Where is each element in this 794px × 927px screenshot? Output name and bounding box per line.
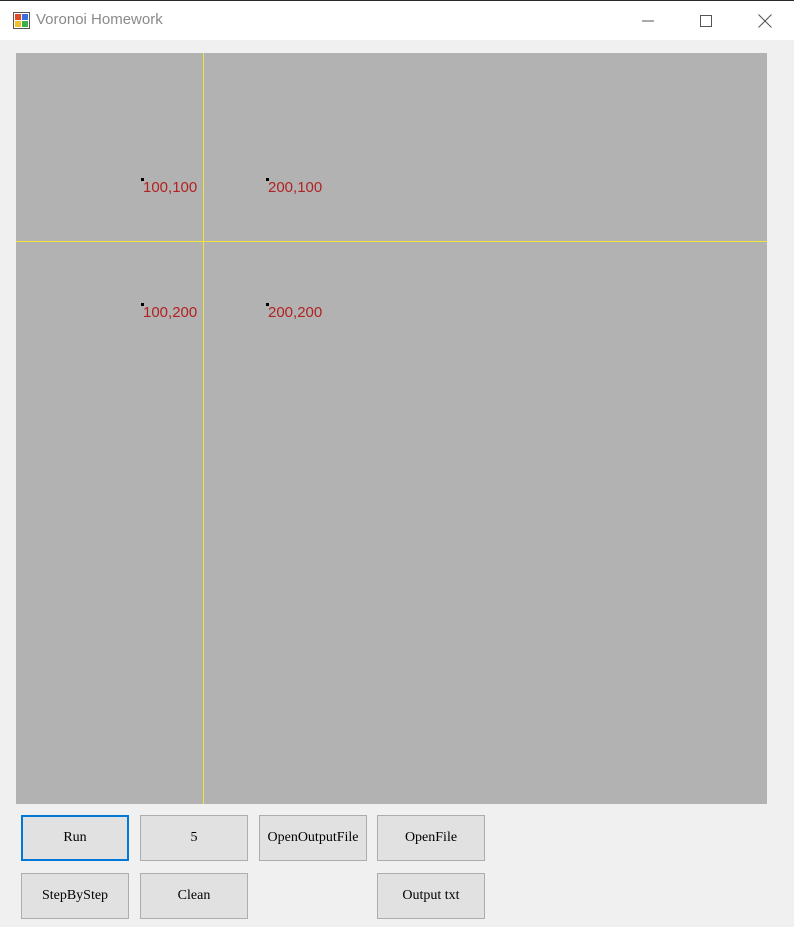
site-point-label: 100,100 [143,179,198,196]
minimize-icon [642,20,654,22]
output-txt-button[interactable]: Output txt [377,873,485,919]
site-point-label: 200,200 [268,304,323,321]
minimize-button[interactable] [619,1,677,41]
open-output-file-button[interactable]: OpenOutputFile [259,815,367,861]
run-button[interactable]: Run [21,815,129,861]
step-count-button[interactable]: 5 [140,815,248,861]
close-icon [758,14,772,28]
site-point-label: 100,200 [143,304,198,321]
clean-button[interactable]: Clean [140,873,248,919]
voronoi-edge-horizontal [16,241,767,242]
voronoi-edge-vertical [203,53,204,804]
close-button[interactable] [736,1,794,41]
drawing-canvas[interactable]: 100,100 200,100 100,200 200,200 [16,53,767,804]
window-title: Voronoi Homework [36,11,163,28]
app-icon [13,12,30,29]
title-bar[interactable]: Voronoi Homework [0,0,794,40]
open-file-button[interactable]: OpenFile [377,815,485,861]
maximize-button[interactable] [677,1,735,41]
maximize-icon [700,15,712,27]
site-point-label: 200,100 [268,179,323,196]
step-by-step-button[interactable]: StepByStep [21,873,129,919]
